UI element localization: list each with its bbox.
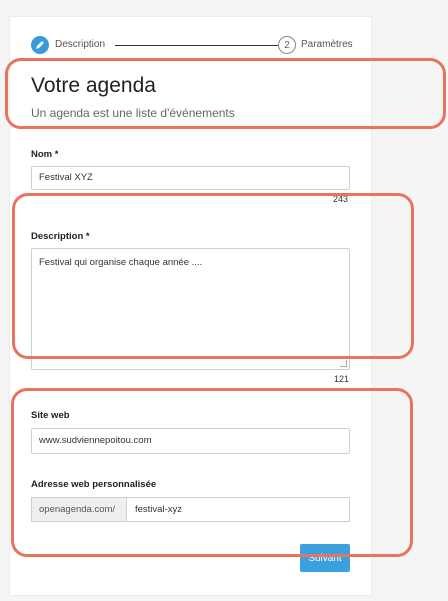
stepper: Description 2 Paramètres [31,36,353,56]
resize-handle[interactable] [340,360,347,367]
highlight-web [11,388,413,557]
pencil-icon[interactable] [31,36,49,54]
highlight-description [12,193,414,359]
stepper-line [115,45,278,46]
step-description-label[interactable]: Description [55,39,105,50]
step-2-circle[interactable]: 2 [278,36,296,54]
highlight-title [5,58,446,129]
description-char-counter: 121 [334,374,350,384]
name-input[interactable]: Festival XYZ [31,166,350,190]
step-parametres-label[interactable]: Paramètres [301,39,353,50]
name-label: Nom * [31,149,59,160]
